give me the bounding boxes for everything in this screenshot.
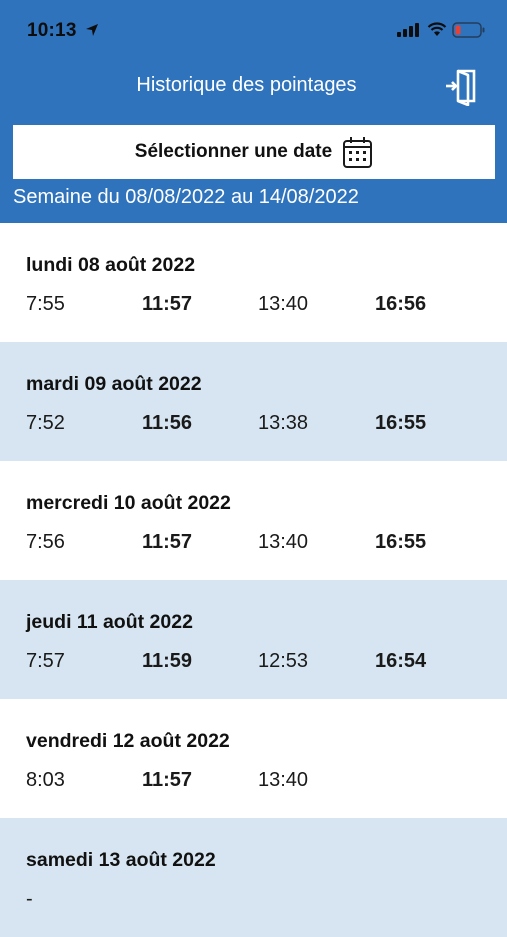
calendar-icon (343, 136, 373, 168)
app-header: 10:13 Historique des pointages Sélection… (0, 0, 507, 223)
time-out-morning: 11:57 (142, 293, 193, 315)
time-in-afternoon: 13:40 (258, 531, 309, 553)
day-row: jeudi 11 août 2022 7:57 11:59 12:53 16:5… (0, 580, 507, 699)
day-title: mercredi 10 août 2022 (26, 492, 231, 514)
time-in-afternoon: 13:38 (258, 412, 309, 434)
time-out-morning: 11:56 (142, 412, 193, 434)
status-bar: 10:13 (0, 0, 507, 62)
select-date-button[interactable]: Sélectionner une date (13, 125, 495, 179)
select-date-label: Sélectionner une date (134, 141, 333, 162)
location-arrow-icon (86, 24, 98, 36)
day-title: samedi 13 août 2022 (26, 849, 216, 871)
time-in-afternoon: 13:40 (258, 293, 309, 315)
day-row: lundi 08 août 2022 7:55 11:57 13:40 16:5… (0, 223, 507, 342)
week-range-label: Semaine du 08/08/2022 au 14/08/2022 (13, 186, 359, 208)
day-row: samedi 13 août 2022 - (0, 818, 507, 937)
day-row: vendredi 12 août 2022 8:03 11:57 13:40 (0, 699, 507, 818)
battery-low-icon (452, 22, 485, 38)
day-list: lundi 08 août 2022 7:55 11:57 13:40 16:5… (0, 223, 507, 937)
time-out-afternoon: 16:55 (375, 531, 427, 553)
cellular-signal-icon (397, 23, 419, 37)
time-out-afternoon: 16:56 (375, 293, 427, 315)
time-out-morning: 11:57 (142, 769, 193, 791)
time-out-morning: 11:59 (142, 650, 193, 672)
day-title: jeudi 11 août 2022 (26, 611, 193, 633)
time-in-afternoon: 13:40 (258, 769, 309, 791)
time-in-morning: 7:55 (26, 293, 65, 315)
day-row: mardi 09 août 2022 7:52 11:56 13:38 16:5… (0, 342, 507, 461)
page-title: Historique des pointages (136, 74, 357, 96)
status-time: 10:13 (27, 20, 77, 41)
time-out-afternoon: 16:55 (375, 412, 427, 434)
time-in-afternoon: 12:53 (258, 650, 309, 672)
time-in-morning: 7:56 (26, 531, 65, 553)
day-title: lundi 08 août 2022 (26, 254, 196, 276)
time-in-morning: 8:03 (26, 769, 65, 791)
door-exit-icon[interactable] (444, 66, 478, 106)
wifi-icon (427, 22, 447, 36)
time-out-afternoon: 16:54 (375, 650, 427, 672)
time-in-morning: 7:57 (26, 650, 65, 672)
time-out-morning: 11:57 (142, 531, 193, 553)
day-row: mercredi 10 août 2022 7:56 11:57 13:40 1… (0, 461, 507, 580)
day-title: mardi 09 août 2022 (26, 373, 202, 395)
time-in-morning: 7:52 (26, 412, 65, 434)
day-title: vendredi 12 août 2022 (26, 730, 230, 752)
